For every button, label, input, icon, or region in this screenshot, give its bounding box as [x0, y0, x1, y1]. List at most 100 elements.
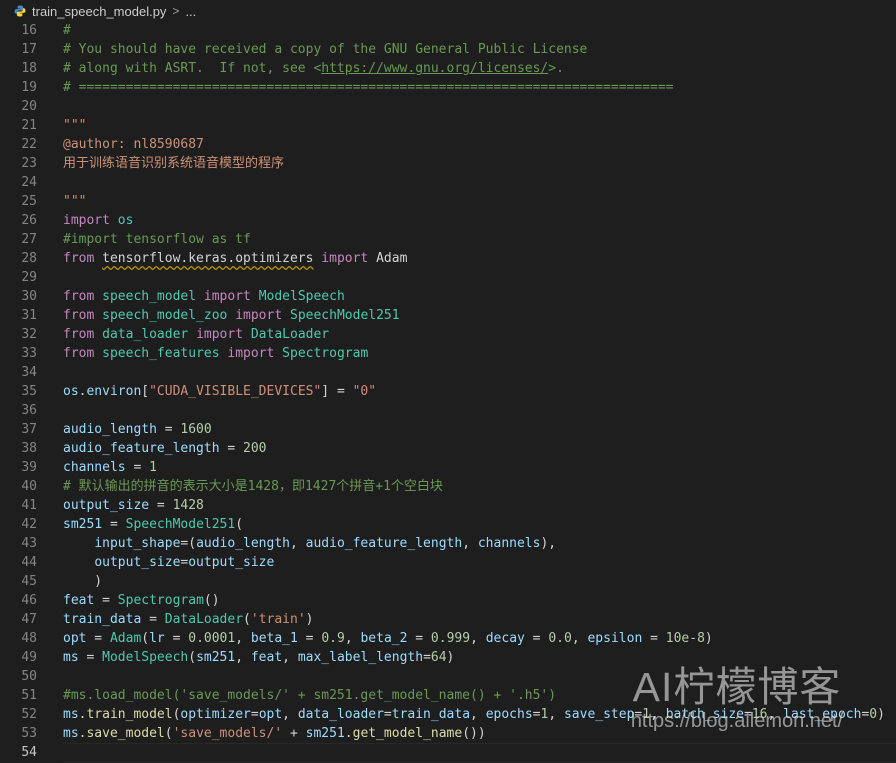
- code-line[interactable]: 42 sm251 = SpeechModel251(: [0, 515, 896, 534]
- code-token: train_data: [63, 612, 142, 627]
- code-line[interactable]: 24: [0, 173, 896, 192]
- line-code[interactable]: feat = Spectrogram(): [63, 591, 220, 610]
- code-token: =: [297, 631, 322, 646]
- code-line[interactable]: 36: [0, 401, 896, 420]
- code-line[interactable]: 25 """: [0, 192, 896, 211]
- line-code[interactable]: from speech_features import Spectrogram: [63, 344, 368, 363]
- code-token: opt: [258, 707, 283, 722]
- breadcrumb-symbols[interactable]: ...: [185, 4, 196, 19]
- line-code[interactable]: #ms.load_model('save_models/' + sm251.ge…: [63, 686, 556, 705]
- line-code[interactable]: 用于训练语音识别系统语音模型的程序: [63, 154, 284, 173]
- line-number: 35: [21, 384, 37, 399]
- line-code[interactable]: from speech_model_zoo import SpeechModel…: [63, 306, 400, 325]
- code-line[interactable]: 53 ms.save_model('save_models/' + sm251.g…: [0, 724, 896, 743]
- code-token: Adam: [376, 251, 408, 266]
- code-editor[interactable]: 16 # 17 # You should have received a copy o…: [0, 21, 896, 762]
- code-token: #ms.load_model('save_models/' + sm251.ge…: [63, 688, 557, 703]
- code-line[interactable]: 45 ): [0, 572, 896, 591]
- line-number: 31: [21, 308, 37, 323]
- code-token: SpeechModel251: [125, 517, 236, 532]
- code-line[interactable]: 21 """: [0, 116, 896, 135]
- code-line[interactable]: 43 input_shape=(audio_length, audio_feat…: [0, 534, 896, 553]
- code-line[interactable]: 30 from speech_model import ModelSpeech: [0, 287, 896, 306]
- line-code[interactable]: opt = Adam(lr = 0.0001, beta_1 = 0.9, be…: [63, 629, 713, 648]
- code-line[interactable]: 16 #: [0, 21, 896, 40]
- code-line[interactable]: 49 ms = ModelSpeech(sm251, feat, max_labe…: [0, 648, 896, 667]
- code-token: # You should have received a copy of the…: [63, 42, 588, 57]
- line-code[interactable]: # You should have received a copy of the…: [63, 40, 587, 59]
- code-line[interactable]: 22 @author: nl8590687: [0, 135, 896, 154]
- line-code[interactable]: train_data = DataLoader('train'): [63, 610, 314, 629]
- code-line[interactable]: 32 from data_loader import DataLoader: [0, 325, 896, 344]
- code-token: ModelSpeech: [102, 650, 189, 665]
- code-line[interactable]: 50: [0, 667, 896, 686]
- code-line[interactable]: 47 train_data = DataLoader('train'): [0, 610, 896, 629]
- line-code[interactable]: input_shape=(audio_length, audio_feature…: [63, 534, 556, 553]
- code-token: (: [188, 650, 197, 665]
- line-code[interactable]: ms.train_model(optimizer=opt, data_loade…: [63, 705, 885, 724]
- code-line[interactable]: 19 # ====================================…: [0, 78, 896, 97]
- code-line[interactable]: 37 audio_length = 1600: [0, 420, 896, 439]
- code-line[interactable]: 18 # along with ASRT. If not, see <https:…: [0, 59, 896, 78]
- code-token: =: [149, 498, 173, 513]
- code-token: Spectrogram: [117, 593, 204, 608]
- code-line[interactable]: 52 ms.train_model(optimizer=opt, data_loa…: [0, 705, 896, 724]
- line-code[interactable]: channels = 1: [63, 458, 157, 477]
- line-code[interactable]: output_size=output_size: [63, 553, 274, 572]
- code-line[interactable]: 33 from speech_features import Spectrogra…: [0, 344, 896, 363]
- code-line[interactable]: 39 channels = 1: [0, 458, 896, 477]
- line-number: 32: [21, 327, 37, 342]
- code-line[interactable]: 27 #import tensorflow as tf: [0, 230, 896, 249]
- code-token: =: [219, 441, 244, 456]
- line-code[interactable]: # 默认输出的拼音的表示大小是1428，即1427个拼音+1个空白块: [63, 477, 443, 496]
- line-number: 30: [21, 289, 37, 304]
- code-token: channels: [63, 460, 126, 475]
- code-token: =: [642, 631, 666, 646]
- code-line[interactable]: 41 output_size = 1428: [0, 496, 896, 515]
- code-token: 'train': [250, 612, 306, 627]
- line-code[interactable]: #import tensorflow as tf: [63, 230, 251, 249]
- line-code[interactable]: from tensorflow.keras.optimizers import …: [63, 249, 407, 268]
- breadcrumb-file[interactable]: train_speech_model.py: [32, 4, 166, 19]
- code-line[interactable]: 20: [0, 97, 896, 116]
- line-code[interactable]: from data_loader import DataLoader: [63, 325, 329, 344]
- code-token: ModelSpeech: [258, 289, 345, 304]
- code-line[interactable]: 23 用于训练语音识别系统语音模型的程序: [0, 154, 896, 173]
- code-line[interactable]: 26 import os: [0, 211, 896, 230]
- line-code[interactable]: ms.save_model('save_models/' + sm251.get…: [63, 724, 486, 743]
- code-line[interactable]: 34: [0, 363, 896, 382]
- code-token: =: [164, 631, 189, 646]
- code-token: ,: [344, 631, 361, 646]
- line-code[interactable]: ): [63, 572, 102, 591]
- line-code[interactable]: output_size = 1428: [63, 496, 204, 515]
- code-line[interactable]: 38 audio_feature_length = 200: [0, 439, 896, 458]
- line-code[interactable]: from speech_model import ModelSpeech: [63, 287, 345, 306]
- line-code[interactable]: """: [63, 192, 86, 211]
- line-code[interactable]: sm251 = SpeechModel251(: [63, 515, 243, 534]
- code-line[interactable]: 48 opt = Adam(lr = 0.0001, beta_1 = 0.9, …: [0, 629, 896, 648]
- line-number: 17: [21, 42, 37, 57]
- line-code[interactable]: ms = ModelSpeech(sm251, feat, max_label_…: [63, 648, 454, 667]
- code-line[interactable]: 29: [0, 268, 896, 287]
- code-line[interactable]: 35 os.environ["CUDA_VISIBLE_DEVICES"] = "…: [0, 382, 896, 401]
- line-code[interactable]: # along with ASRT. If not, see <https://…: [63, 59, 564, 78]
- code-line[interactable]: 46 feat = Spectrogram(): [0, 591, 896, 610]
- line-code[interactable]: #: [63, 21, 71, 40]
- code-line[interactable]: 51 #ms.load_model('save_models/' + sm251.…: [0, 686, 896, 705]
- line-code[interactable]: audio_length = 1600: [63, 420, 212, 439]
- code-line[interactable]: 44 output_size=output_size: [0, 553, 896, 572]
- line-code[interactable]: """: [63, 116, 86, 135]
- code-token: feat: [250, 650, 283, 665]
- line-code[interactable]: audio_feature_length = 200: [63, 439, 267, 458]
- code-line[interactable]: 28 from tensorflow.keras.optimizers impor…: [0, 249, 896, 268]
- line-code[interactable]: import os: [63, 211, 133, 230]
- code-line[interactable]: 54: [0, 743, 896, 762]
- code-token: max_label_length: [297, 650, 424, 665]
- code-line[interactable]: 31 from speech_model_zoo import SpeechMod…: [0, 306, 896, 325]
- code-line[interactable]: 17 # You should have received a copy of t…: [0, 40, 896, 59]
- code-token: .: [344, 726, 353, 741]
- line-code[interactable]: @author: nl8590687: [63, 135, 204, 154]
- line-code[interactable]: # ======================================…: [63, 78, 673, 97]
- line-code[interactable]: os.environ["CUDA_VISIBLE_DEVICES"] = "0": [63, 382, 376, 401]
- code-line[interactable]: 40 # 默认输出的拼音的表示大小是1428，即1427个拼音+1个空白块: [0, 477, 896, 496]
